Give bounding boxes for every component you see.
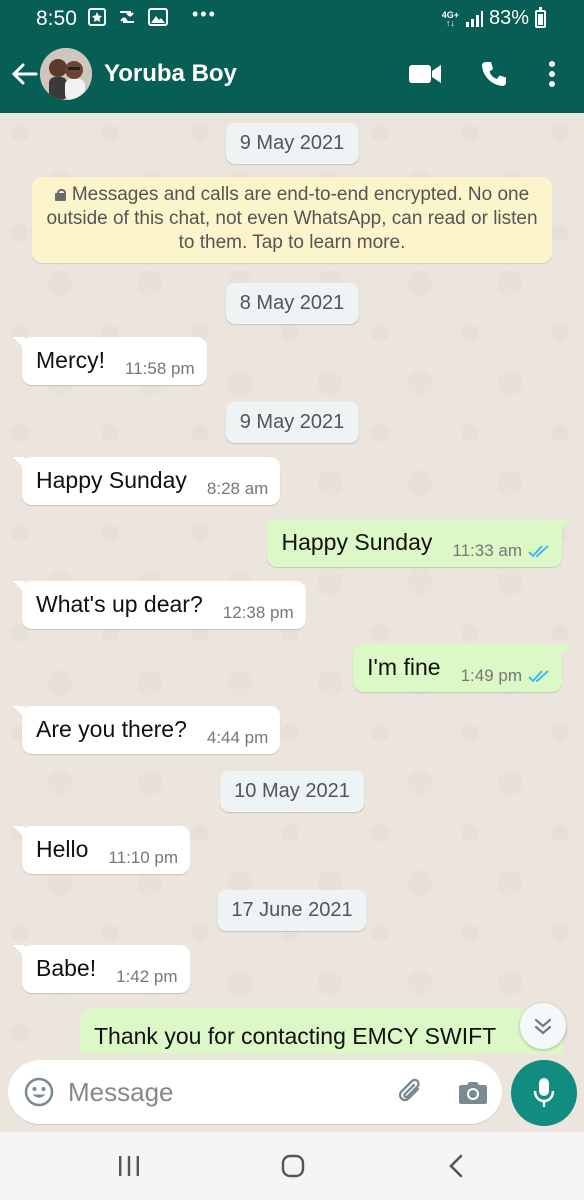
- chat-header: Yoruba Boy: [0, 38, 584, 113]
- double-check-icon: [528, 545, 549, 558]
- message-text: Hello: [36, 836, 89, 862]
- message-text: Happy Sunday: [36, 467, 187, 493]
- message-text: What's up dear?: [36, 591, 203, 617]
- message-time: 1:42 pm: [116, 967, 178, 986]
- camera-icon[interactable]: [458, 1079, 488, 1105]
- battery-percent: 83%: [488, 7, 529, 29]
- message-time: 12:38 pm: [222, 603, 294, 622]
- date-divider: 10 May 2021: [220, 771, 364, 812]
- date-divider: 8 May 2021: [225, 283, 359, 324]
- contact-name[interactable]: Yoruba Boy: [104, 60, 237, 88]
- phone-icon[interactable]: [480, 60, 508, 88]
- message-text: Thank you for contacting EMCY SWIFT: [94, 1023, 497, 1049]
- emoji-icon[interactable]: [24, 1077, 54, 1107]
- home-icon[interactable]: [280, 1154, 306, 1178]
- incoming-message[interactable]: Are you there? 4:44 pm: [12, 706, 281, 754]
- message-text: Babe!: [36, 955, 97, 981]
- network-type: 4G+ ↑↓: [441, 9, 459, 28]
- message-time: 11:33 am: [432, 519, 562, 561]
- lock-icon: [54, 189, 66, 201]
- system-indicators: 4G+ ↑↓ 83%: [441, 6, 546, 30]
- back-nav-icon[interactable]: [446, 1154, 466, 1178]
- date-divider: 17 June 2021: [217, 890, 367, 931]
- gallery-icon: [148, 8, 168, 26]
- app-notification-icon: [88, 8, 106, 26]
- back-arrow-icon[interactable]: [10, 60, 38, 88]
- date-divider: 9 May 2021: [225, 123, 359, 164]
- paperclip-icon[interactable]: [396, 1077, 426, 1107]
- outgoing-message-partial[interactable]: Thank you for contacting EMCY SWIFT: [80, 1009, 562, 1054]
- scroll-to-bottom-button[interactable]: [520, 1003, 566, 1049]
- retweet-icon: [120, 11, 134, 23]
- date-divider: 9 May 2021: [225, 402, 359, 443]
- avatar[interactable]: [40, 48, 92, 100]
- message-input-container: [8, 1060, 502, 1124]
- composer: [0, 1054, 584, 1132]
- battery-icon: [535, 6, 546, 28]
- mic-icon: [533, 1078, 555, 1107]
- more-notifications-icon: •••: [192, 3, 217, 24]
- incoming-message[interactable]: Hello 11:10 pm: [12, 826, 191, 874]
- signal-icon: [465, 10, 483, 27]
- notification-icons: •••: [88, 4, 217, 26]
- system-nav-bar: [0, 1132, 584, 1200]
- message-time: 11:10 pm: [108, 848, 179, 867]
- status-time: 8:50: [36, 7, 77, 30]
- encryption-notice-text: Messages and calls are end-to-end encryp…: [46, 184, 538, 253]
- recents-icon[interactable]: [116, 1154, 142, 1178]
- status-bar: 8:50 ••• 4G+ ↑↓ 83%: [0, 0, 584, 38]
- incoming-message[interactable]: What's up dear? 12:38 pm: [13, 581, 306, 629]
- message-text: Mercy!: [36, 347, 105, 373]
- chevron-double-down-icon: [534, 1018, 552, 1035]
- incoming-message[interactable]: Babe! 1:42 pm: [13, 945, 190, 993]
- message-time: 11:58 pm: [125, 359, 195, 378]
- incoming-message[interactable]: Mercy! 11:58 pm: [13, 337, 207, 385]
- chat-area[interactable]: 9 May 2021 Messages and calls are end-to…: [0, 113, 584, 1054]
- outgoing-message[interactable]: I'm fine 1:49 pm: [353, 644, 571, 692]
- more-vert-icon[interactable]: [546, 60, 558, 88]
- message-text: I'm fine: [367, 654, 441, 680]
- double-check-icon: [528, 670, 549, 683]
- incoming-message[interactable]: Happy Sunday 8:28 am: [12, 457, 281, 505]
- message-time: 4:44 pm: [206, 728, 269, 747]
- voice-record-button[interactable]: [511, 1060, 577, 1126]
- message-input[interactable]: [68, 1072, 388, 1112]
- message-text: Happy Sunday: [281, 529, 433, 555]
- encryption-notice[interactable]: Messages and calls are end-to-end encryp…: [32, 177, 552, 263]
- outgoing-message[interactable]: Happy Sunday 11:33 am: [267, 519, 571, 567]
- video-call-icon[interactable]: [408, 60, 442, 88]
- message-text: Are you there?: [36, 716, 187, 742]
- message-time: 1:49 pm: [441, 644, 562, 686]
- message-time: 8:28 am: [206, 479, 269, 498]
